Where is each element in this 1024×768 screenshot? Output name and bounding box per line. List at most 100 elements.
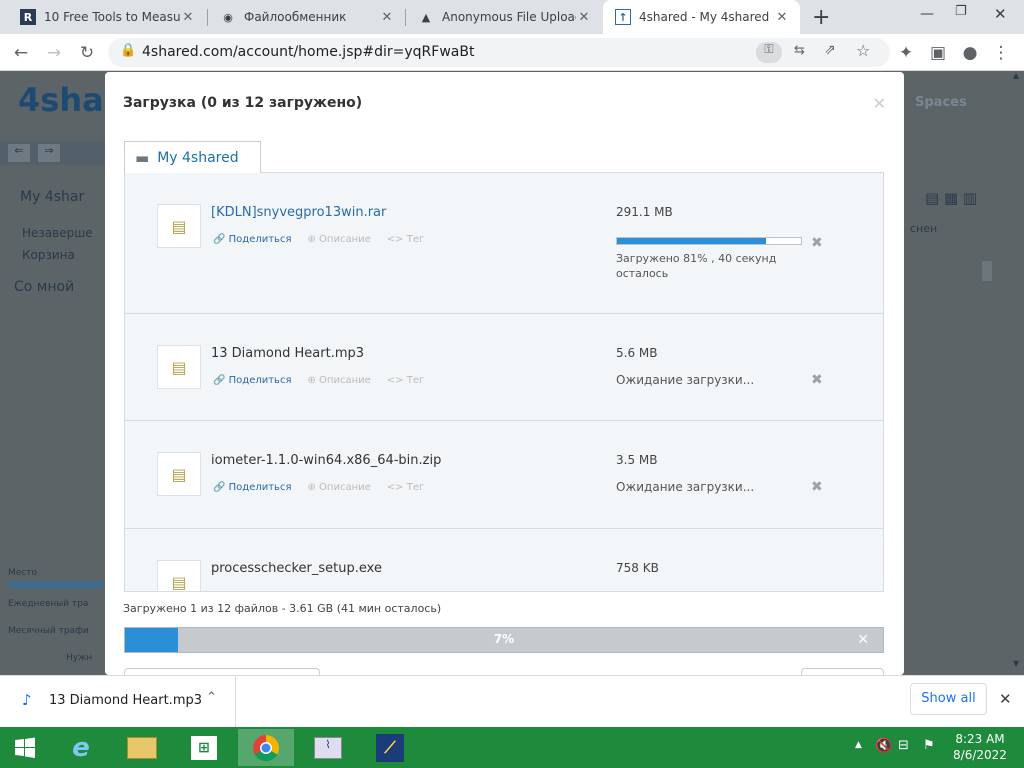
share-link[interactable]: 🔗 Поделиться [213, 482, 291, 493]
bookmark-star-icon[interactable]: ☆ [856, 41, 870, 60]
shared-with-me[interactable]: Со мной [14, 279, 74, 295]
download-file-name: 13 Diamond Heart.mp3 [49, 693, 203, 708]
close-tab-icon[interactable]: ✕ [379, 10, 395, 25]
forward-nav-icon[interactable]: ⇒ [38, 144, 60, 162]
cancel-upload-icon[interactable]: ✖ [811, 372, 823, 388]
plus-circle-icon: ⊕ [307, 482, 316, 493]
site-logo: 4sha [18, 81, 104, 119]
close-tab-icon[interactable]: ✕ [180, 10, 196, 25]
tray-expand-icon[interactable]: ▲ [855, 740, 862, 750]
internet-explorer-icon[interactable]: e [53, 729, 109, 766]
nav-arrows-bar: ⇐ ⇒ [0, 141, 105, 165]
dialog-close-icon[interactable]: ✕ [873, 94, 886, 113]
description-link[interactable]: ⊕ Описание [307, 234, 370, 245]
sidebar-item-trash[interactable]: Корзина [22, 248, 75, 262]
extensions-puzzle-icon[interactable]: ✦ [893, 40, 919, 66]
spaces-menu[interactable]: Spaces [915, 95, 967, 110]
file-status: Ожидание загрузки... [616, 373, 755, 387]
cancel-upload-icon[interactable]: ✖ [811, 235, 823, 251]
windows-taskbar: e ⊞ ⌇ ⟋ ▲ 🔇 ⊟ ⚑ 8:23 AM 8/6/2022 [0, 727, 1024, 768]
address-bar[interactable]: 🔒 4shared.com/account/home.jsp#dir=yqRFw… [108, 38, 890, 67]
file-size: 291.1 MB [616, 205, 673, 219]
share-link[interactable]: 🔗 Поделиться [213, 375, 291, 386]
show-all-button[interactable]: Show all [910, 683, 987, 715]
scrollbar-thumb[interactable] [982, 261, 992, 281]
plus-circle-icon: ⊕ [307, 234, 316, 245]
chevron-up-icon[interactable]: ⌃ [206, 690, 217, 705]
file-name[interactable]: processchecker_setup.exe [211, 561, 382, 576]
file-size: 758 KB [616, 561, 659, 575]
scroll-up-icon[interactable]: ▲ [1013, 71, 1019, 80]
network-icon[interactable]: ⊟ [898, 738, 909, 753]
close-shelf-icon[interactable]: ✕ [999, 690, 1012, 708]
monthly-traffic-label: Месячный трафи [8, 626, 89, 636]
forward-arrow-icon[interactable]: → [41, 40, 67, 66]
file-actions: 🔗 Поделиться ⊕ Описание <> Тег [213, 234, 424, 245]
menu-kebab-icon[interactable]: ⋮ [988, 40, 1014, 66]
window-minimize-button[interactable]: — [920, 6, 934, 22]
clock[interactable]: 8:23 AM 8/6/2022 [950, 731, 1010, 763]
start-windows-icon[interactable] [0, 729, 50, 766]
tab-2[interactable]: ▲ Anonymous File Upload ✕ [406, 0, 602, 34]
reload-icon[interactable]: ↻ [74, 40, 100, 66]
close-tab-icon[interactable]: ✕ [774, 10, 790, 25]
close-tab-icon[interactable]: ✕ [576, 10, 592, 25]
file-size: 3.5 MB [616, 453, 658, 467]
description-link[interactable]: ⊕ Описание [307, 482, 370, 493]
code-tag-icon: <> [386, 234, 404, 245]
file-name[interactable]: [KDLN]snyvegpro13win.rar [211, 205, 386, 220]
sidebar-title[interactable]: My 4shar [20, 189, 84, 205]
video-editor-icon[interactable]: ⟋ [362, 729, 418, 766]
dialog-footer: Загружено 1 из 12 файлов - 3.61 GB (41 м… [105, 592, 904, 675]
need-more-link[interactable]: Нужн [66, 653, 92, 663]
total-progress-bar: 7% ✕ [124, 627, 884, 653]
key-icon[interactable]: ⚿ [756, 42, 782, 63]
chrome-icon[interactable] [238, 729, 294, 766]
store-icon[interactable]: ⊞ [176, 729, 232, 766]
translate-icon[interactable]: ⇆ [794, 43, 805, 58]
action-center-flag-icon[interactable]: ⚑ [923, 738, 935, 753]
file-name[interactable]: 13 Diamond Heart.mp3 [211, 346, 364, 361]
file-actions: 🔗 Поделиться ⊕ Описание <> Тег [213, 482, 424, 493]
performance-monitor-icon[interactable]: ⌇ [300, 729, 356, 766]
footer-button-left[interactable] [124, 668, 320, 675]
tab-1[interactable]: ◉ Файлообменник ✕ [208, 0, 405, 34]
folder-tab-label: My 4shared [157, 149, 239, 166]
cancel-upload-icon[interactable]: ✖ [811, 479, 823, 495]
new-tab-button[interactable]: + [812, 5, 830, 30]
share-icon[interactable]: ⇗ [824, 42, 836, 58]
window-close-button[interactable]: ✕ [994, 5, 1007, 23]
tag-link[interactable]: <> Тег [387, 375, 424, 386]
description-link[interactable]: ⊕ Описание [307, 375, 370, 386]
plus-circle-icon: ⊕ [307, 375, 316, 386]
tag-link[interactable]: <> Тег [387, 234, 424, 245]
sidebar-item-unfinished[interactable]: Незаверше [22, 226, 93, 240]
file-name[interactable]: iometer-1.1.0-win64.x86_64-bin.zip [211, 453, 441, 468]
tab-0[interactable]: R 10 Free Tools to Measure ✕ [8, 0, 206, 34]
side-panel-icon[interactable]: ▣ [925, 40, 951, 66]
page-scrollbar[interactable]: ▲ ▼ [1011, 71, 1024, 675]
download-item[interactable]: ♪ 13 Diamond Heart.mp3 ⌃ [0, 676, 236, 727]
window-restore-button[interactable]: ❐ [955, 4, 967, 19]
cancel-all-icon[interactable]: ✕ [857, 632, 869, 648]
tab-3-active[interactable]: ↑ 4shared - My 4shared - c ✕ [603, 0, 800, 34]
file-explorer-icon[interactable] [114, 729, 170, 766]
scroll-down-icon[interactable]: ▼ [1013, 659, 1019, 668]
folder-tab[interactable]: ▬ My 4shared [124, 141, 261, 173]
tab-strip: R 10 Free Tools to Measure ✕ ◉ Файлообме… [0, 0, 1024, 34]
file-status: Загружено 81% , 40 секунд осталось [616, 252, 777, 280]
view-toggle-icons[interactable]: ▤ ▦ ▥ [925, 189, 977, 207]
footer-button-right[interactable] [801, 668, 884, 675]
tag-link[interactable]: <> Тег [387, 482, 424, 493]
back-arrow-icon[interactable]: ← [8, 40, 34, 66]
file-icon: ▤ [157, 452, 201, 496]
share-link[interactable]: 🔗 Поделиться [213, 234, 291, 245]
link-icon: 🔗 [213, 234, 226, 245]
clock-time: 8:23 AM [955, 732, 1005, 746]
back-nav-icon[interactable]: ⇐ [8, 144, 30, 162]
upload-row: ▤ iometer-1.1.0-win64.x86_64-bin.zip 🔗 П… [125, 421, 883, 529]
profile-avatar-icon[interactable]: ● [957, 40, 983, 66]
upload-row: ▤ [KDLN]snyvegpro13win.rar 🔗 Поделиться … [125, 173, 883, 314]
file-status: Ожидание загрузки... [616, 480, 755, 494]
volume-muted-icon[interactable]: 🔇 [875, 738, 892, 754]
